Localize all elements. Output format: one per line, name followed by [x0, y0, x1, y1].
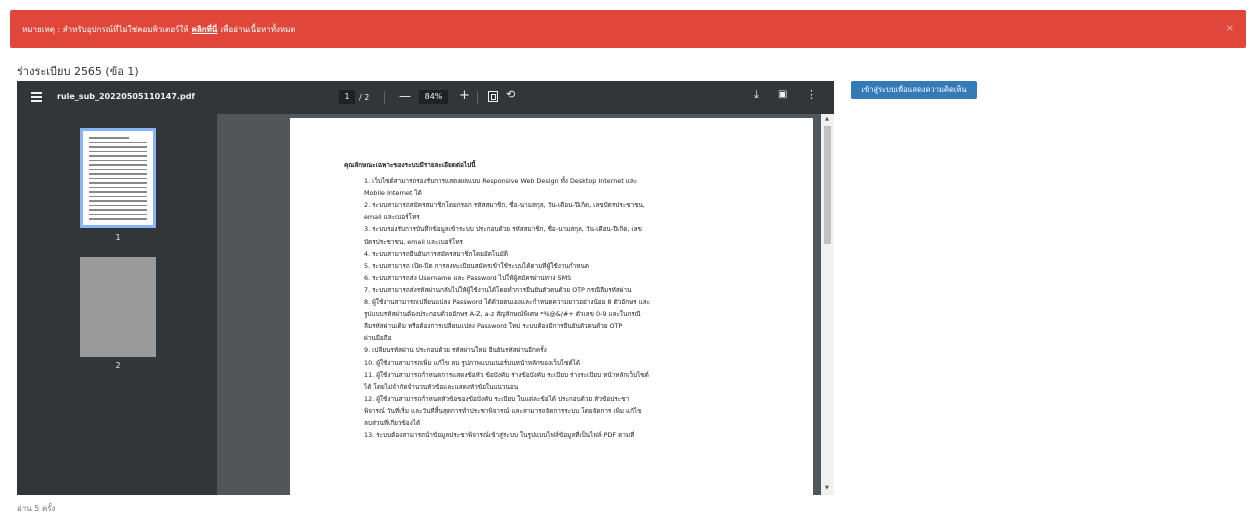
page-line: 12. ผู้ใช้งานสามารถกำหนดหัวข้อของข้อบังค… [364, 394, 630, 403]
page-number-input[interactable]: 1 [339, 90, 355, 104]
print-icon[interactable]: ▣ [778, 89, 787, 100]
page-indicator: 1 / 2 [339, 90, 369, 104]
scroll-down-icon[interactable]: ▼ [825, 485, 829, 491]
download-icon[interactable]: ⤓ [754, 88, 759, 102]
page-line: พิจารณ์ วันที่เริ่ม และวันที่สิ้นสุดการท… [364, 406, 642, 415]
page-thumbnail-1[interactable] [80, 128, 156, 228]
document-title: ร่างระเบียบ 2565 (ข้อ 1) [17, 65, 139, 78]
rotate-icon[interactable]: ⟲ [506, 88, 515, 101]
pdf-page: คุณลักษณะเฉพาะของระบบมีรายละเอียดต่อไปนี… [290, 118, 813, 495]
page-line: รูปแบบรหัสผ่านต้องประกอบด้วยอักษร A-Z, a… [364, 310, 641, 319]
fit-page-icon[interactable] [488, 91, 498, 102]
pdf-viewer: rule_sub_20220505110147.pdf 1 / 2 — 84% … [17, 81, 834, 495]
page-line: 1. เว็บไซต์สามารถรองรับการแสดงผลแบบ Resp… [364, 177, 638, 186]
page-line: ผ่านมือถือ [364, 334, 392, 343]
menu-icon[interactable] [31, 92, 42, 102]
page-line: 8. ผู้ใช้งานสามารถเปลี่ยนแปลง Password ไ… [364, 298, 651, 307]
pdf-filename: rule_sub_20220505110147.pdf [57, 92, 195, 101]
pdf-scrollbar[interactable]: ▲ ▼ [821, 114, 834, 495]
toolbar-divider [384, 91, 385, 104]
page-line: 6. ระบบสามารถส่ง Username และ Password ไ… [364, 273, 572, 282]
more-options-icon[interactable]: ⋮ [806, 88, 817, 101]
page-line: ได้ โดยไม่จำกัดจำนวนหัวข้อและแสดงหัวข้อใ… [364, 382, 519, 391]
alert-link[interactable]: คลิกที่นี่ [192, 23, 218, 36]
page-line: 13. ระบบต้องสามารถนำข้อมูลประชาพิจารณ์เข… [364, 431, 635, 440]
page-line: 5. ระบบสามารถ เปิด-ปิด การลงทะเบียนสมัคร… [364, 261, 589, 270]
page-content: คุณลักษณะเฉพาะของระบบมีรายละเอียดต่อไปนี… [344, 159, 704, 441]
thumbnail-sidebar: 1 2 [17, 114, 217, 495]
page-line: ลบส่วนที่เกี่ยวข้องได้ [364, 418, 421, 427]
page-thumbnail-2[interactable] [80, 257, 156, 357]
notice-alert: หมายเหตุ : สำหรับอุปกรณ์ที่ไม่ใช่คอมพิวเ… [10, 10, 1246, 48]
page-line: 4. ระบบสามารถยืนยันการสมัครสมาชิกโดยอัตโ… [364, 249, 509, 258]
page-line: บัตรประชาชน, email และเบอร์โทร [364, 237, 463, 246]
scrollbar-thumb[interactable] [824, 126, 831, 244]
page-line: 3. ระบบรองรับการบันทึกข้อมูลเข้าระบบ ประ… [364, 225, 642, 234]
alert-suffix: เพื่ออ่านเนื้อหาทั้งหมด [220, 24, 296, 34]
toolbar-divider [477, 91, 478, 104]
page-total: / 2 [359, 92, 370, 102]
page-heading: คุณลักษณะเฉพาะของระบบมีรายละเอียดต่อไปนี… [344, 161, 476, 169]
read-count: อ่าน 5 ครั้ง [17, 504, 56, 513]
scroll-up-icon[interactable]: ▲ [825, 116, 829, 122]
page-line: 2. ระบบสามารถสมัครสมาชิกโดยกรอก รหัสสมาช… [364, 201, 645, 210]
zoom-in-button[interactable]: + [459, 88, 470, 103]
page-line: 10. ผู้ใช้งานสามารถเพิ่ม แก้ไข ลบ รูปภาพ… [364, 358, 580, 367]
page-line: 11. ผู้ใช้งานสามารถกำหนดการแสดงข้อหัว ข้… [364, 370, 649, 379]
login-to-comment-button[interactable]: เข้าสู่ระบบเพื่อแสดงความคิดเห็น [851, 81, 977, 99]
zoom-out-button[interactable]: — [399, 89, 411, 103]
close-icon[interactable]: × [1226, 23, 1234, 34]
alert-prefix: หมายเหตุ : สำหรับอุปกรณ์ที่ไม่ใช่คอมพิวเ… [22, 24, 189, 34]
page-line: email และเบอร์โทร [364, 213, 420, 222]
page-line: 9. เปลี่ยนรหัสผ่าน ประกอบด้วย รหัสผ่านให… [364, 346, 547, 355]
thumbnail-label: 1 [115, 233, 121, 242]
page-line: 7. ระบบสามารถส่งรหัสผ่านกลับไปให้ผู้ใช้ง… [364, 285, 632, 294]
pdf-toolbar: rule_sub_20220505110147.pdf 1 / 2 — 84% … [17, 81, 834, 114]
thumbnail-label: 2 [115, 361, 121, 370]
zoom-input[interactable]: 84% [419, 90, 448, 104]
page-line: Mobile Internet ได้ [364, 189, 422, 198]
page-line: ลืมรหัสผ่านเดิม หรือต้องการเปลี่ยนแปลง P… [364, 322, 623, 331]
